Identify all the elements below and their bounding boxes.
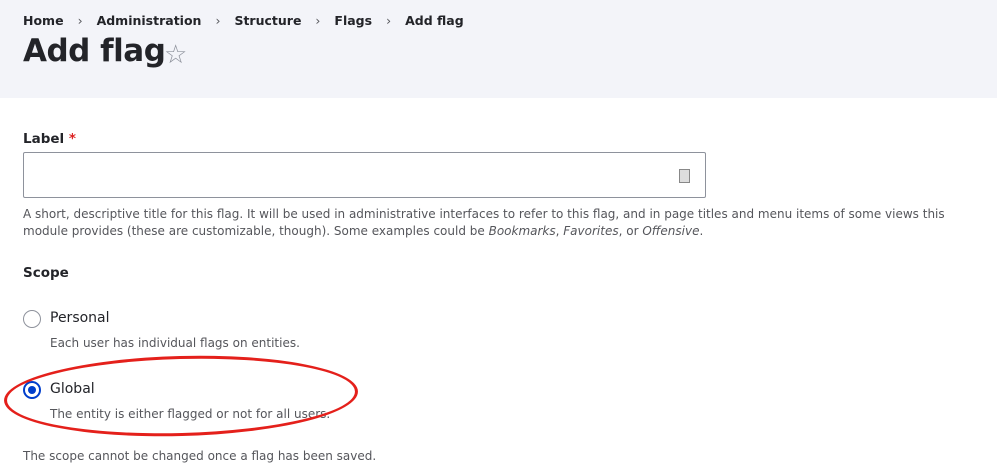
radio-personal[interactable]: [23, 310, 41, 328]
desc-example: Offensive: [642, 224, 700, 238]
star-icon[interactable]: ☆: [164, 40, 187, 70]
breadcrumb: Home › Administration › Structure › Flags › …: [23, 13, 464, 28]
breadcrumb-structure[interactable]: Structure: [234, 13, 301, 28]
label-input[interactable]: [24, 153, 688, 197]
breadcrumb-separator: ›: [315, 13, 321, 28]
radio-personal-label[interactable]: Personal: [50, 310, 110, 326]
breadcrumb-home[interactable]: Home: [23, 13, 64, 28]
breadcrumb-separator: ›: [77, 13, 83, 28]
label-field-label: Label *: [23, 131, 76, 147]
breadcrumb-separator: ›: [386, 13, 392, 28]
password-manager-icon[interactable]: [679, 169, 690, 183]
breadcrumb-flags[interactable]: Flags: [334, 13, 372, 28]
breadcrumb-administration[interactable]: Administration: [97, 13, 202, 28]
scope-note: The scope cannot be changed once a flag …: [23, 449, 377, 463]
radio-global-label[interactable]: Global: [50, 381, 95, 397]
radio-global-description: The entity is either flagged or not for …: [50, 407, 331, 421]
required-mark: *: [68, 131, 76, 147]
breadcrumb-add-flag[interactable]: Add flag: [405, 13, 464, 28]
scope-label: Scope: [23, 265, 69, 281]
label-description: A short, descriptive title for this flag…: [23, 206, 993, 240]
label-input-wrapper: [23, 152, 706, 198]
breadcrumb-separator: ›: [215, 13, 221, 28]
desc-text: .: [699, 224, 704, 238]
page-title: Add flag: [23, 33, 166, 69]
label-text: Label: [23, 131, 65, 147]
desc-example: Favorites: [563, 224, 619, 238]
desc-example: Bookmarks: [488, 224, 556, 238]
desc-text: , or: [618, 224, 643, 238]
radio-global[interactable]: [23, 381, 41, 399]
desc-text: A short, descriptive title for this flag…: [23, 207, 945, 238]
radio-personal-description: Each user has individual flags on entiti…: [50, 336, 300, 350]
page-header: Home › Administration › Structure › Flags › …: [0, 0, 997, 98]
